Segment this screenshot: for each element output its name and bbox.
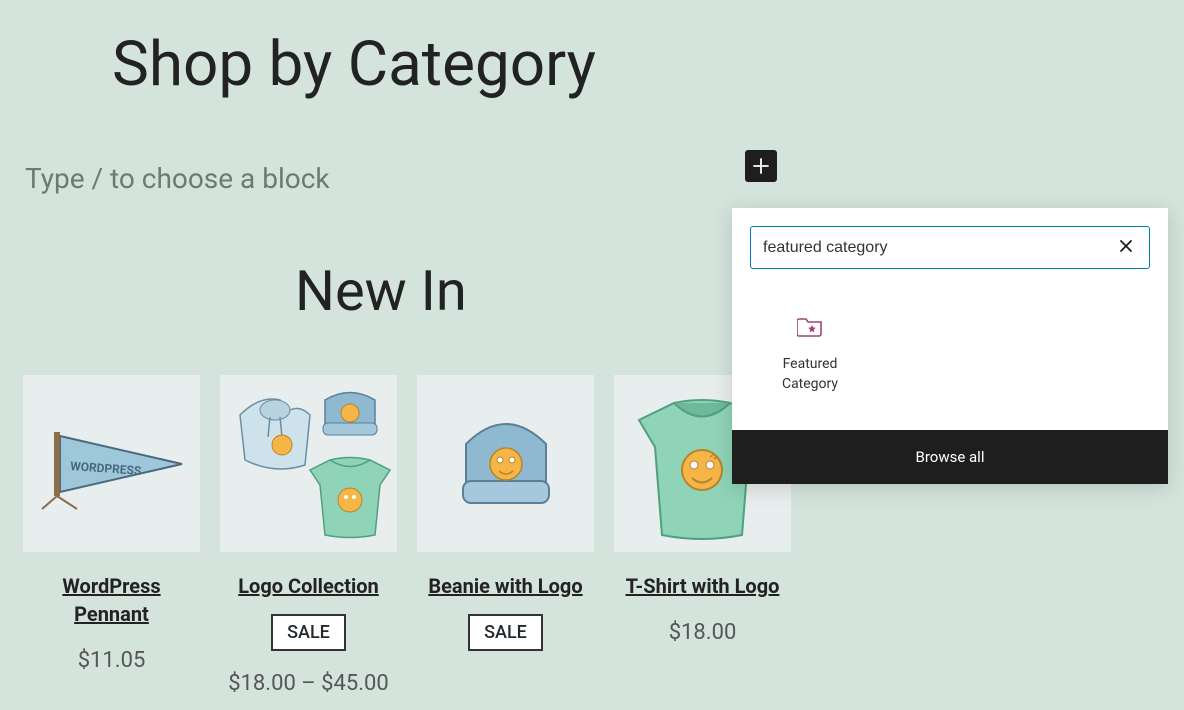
block-inserter-panel: Featured Category Browse all	[732, 208, 1168, 484]
product-image	[417, 375, 594, 552]
block-search-input[interactable]	[763, 239, 1115, 257]
block-placeholder[interactable]: Type / to choose a block	[25, 162, 330, 195]
product-grid: WORDPRESS WordPress Pennant $11.05	[23, 375, 791, 696]
product-card[interactable]: Beanie with Logo SALE	[417, 375, 594, 696]
section-title: New In	[295, 258, 467, 324]
product-card[interactable]: WORDPRESS WordPress Pennant $11.05	[23, 375, 200, 696]
close-icon	[1119, 239, 1133, 253]
folder-star-icon	[754, 315, 866, 337]
product-price: $18.00 – $45.00	[220, 671, 397, 696]
plus-icon	[751, 156, 771, 176]
page-title: Shop by Category	[112, 28, 596, 101]
block-result-label: Featured Category	[754, 355, 866, 394]
block-search-field[interactable]	[750, 226, 1150, 269]
product-name[interactable]: Logo Collection	[220, 572, 397, 600]
block-result-featured-category[interactable]: Featured Category	[750, 307, 870, 402]
product-name[interactable]: WordPress Pennant	[23, 572, 200, 628]
product-name[interactable]: Beanie with Logo	[417, 572, 594, 600]
block-results: Featured Category	[732, 287, 1168, 430]
clear-search-button[interactable]	[1115, 237, 1137, 258]
add-block-button[interactable]	[745, 150, 777, 182]
product-price: $11.05	[23, 648, 200, 673]
product-name[interactable]: T-Shirt with Logo	[614, 572, 791, 600]
product-image	[220, 375, 397, 552]
product-card[interactable]: Logo Collection SALE $18.00 – $45.00	[220, 375, 397, 696]
browse-all-button[interactable]: Browse all	[732, 430, 1168, 484]
product-price: $18.00	[614, 620, 791, 645]
product-image: WORDPRESS	[23, 375, 200, 552]
sale-badge: SALE	[468, 614, 543, 651]
sale-badge: SALE	[271, 614, 346, 651]
